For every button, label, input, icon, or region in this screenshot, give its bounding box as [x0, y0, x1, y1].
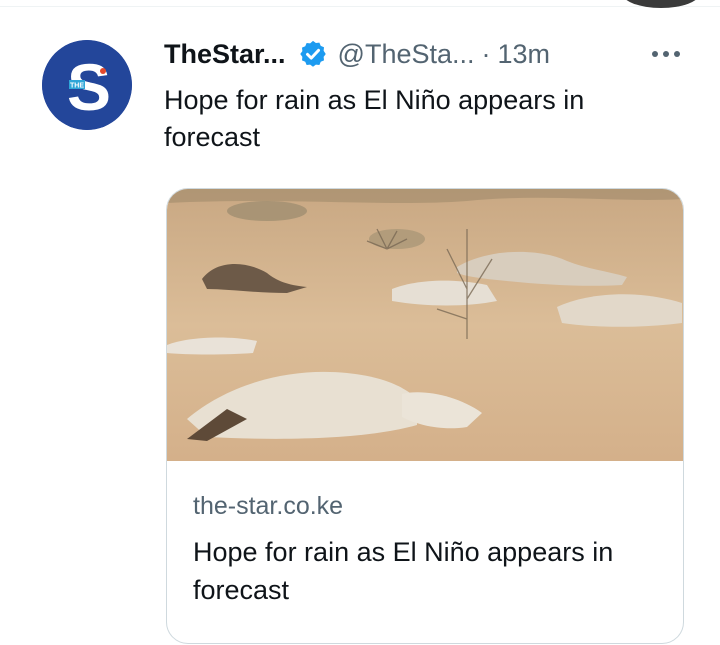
author-avatar[interactable]: S THE — [42, 40, 132, 130]
card-title[interactable]: Hope for rain as El Niño appears in fore… — [193, 533, 663, 609]
card-domain[interactable]: the-star.co.ke — [193, 489, 663, 523]
tweet-timestamp[interactable]: 13m — [498, 34, 551, 74]
top-divider — [0, 6, 720, 7]
card-meta: the-star.co.ke Hope for rain as El Niño … — [193, 489, 663, 609]
tweet-text: Hope for rain as El Niño appears in fore… — [164, 85, 585, 152]
thestar-logo-icon: S THE — [42, 40, 132, 130]
meta-separator: · — [481, 39, 491, 69]
link-preview-card[interactable]: the-star.co.ke Hope for rain as El Niño … — [166, 188, 684, 644]
avatar-badge-text: THE — [70, 83, 84, 90]
tweet-header: TheStar... @TheSta... · 13m — [164, 34, 694, 74]
author-name[interactable]: TheStar... — [164, 34, 286, 74]
drought-livestock-image — [167, 189, 683, 461]
author-handle[interactable]: @TheSta... — [338, 34, 475, 74]
verified-badge-icon — [299, 40, 326, 67]
more-options-icon[interactable] — [652, 34, 680, 74]
